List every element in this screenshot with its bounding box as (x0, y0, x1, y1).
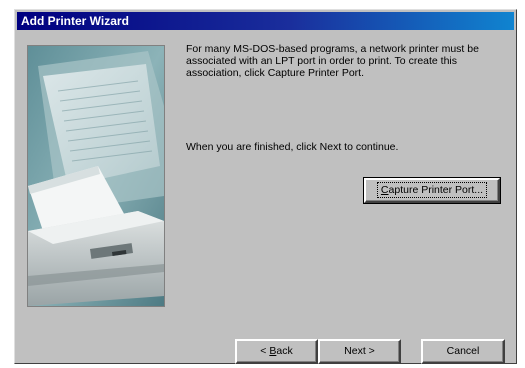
next-label: Next > (344, 345, 375, 357)
wizard-printer-illustration (27, 45, 165, 307)
wizard-description: For many MS-DOS-based programs, a networ… (186, 43, 479, 79)
cancel-button[interactable]: Cancel (421, 339, 505, 364)
window-title: Add Printer Wizard (17, 12, 514, 30)
add-printer-wizard-window: Add Printer Wizard For many MS-DOS-based… (14, 9, 517, 364)
capture-label-rest: apture Printer Port... (388, 184, 484, 196)
capture-printer-port-button[interactable]: Capture Printer Port... (363, 177, 501, 204)
cancel-label: Cancel (446, 345, 480, 357)
back-label-prefix: < (260, 345, 270, 357)
back-button[interactable]: < Back (235, 339, 318, 364)
capture-printer-port-label: Capture Printer Port... (376, 182, 488, 198)
next-button[interactable]: Next > (318, 339, 401, 364)
capture-mnemonic: C (380, 184, 389, 196)
finish-instruction: When you are finished, click Next to con… (186, 141, 399, 153)
back-label: < Back (257, 344, 295, 358)
back-label-rest: ack (276, 345, 293, 357)
